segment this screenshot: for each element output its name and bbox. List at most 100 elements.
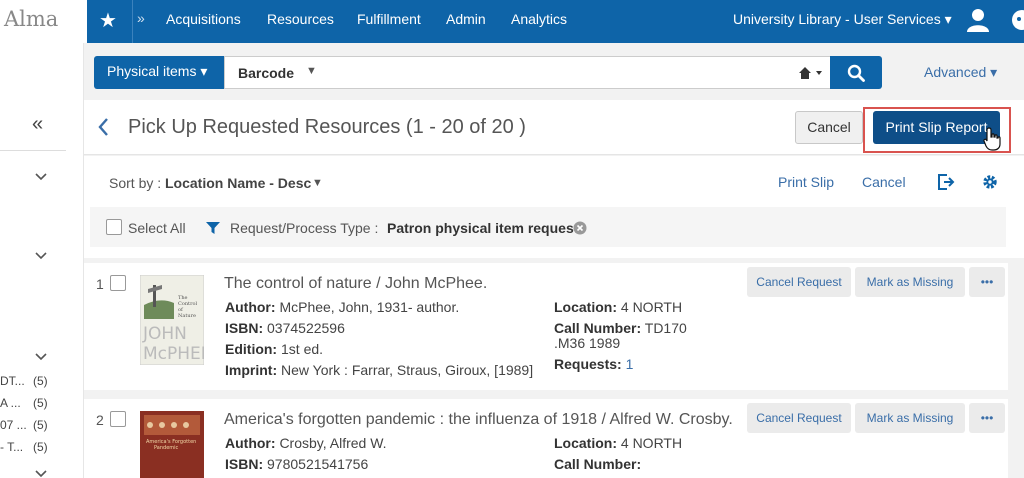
sort-label: Sort by : (109, 175, 162, 191)
search-bar: Physical items ▾ Barcode ▼ Advanced ▾ (87, 43, 1024, 100)
nav-resources[interactable]: Resources (267, 11, 334, 27)
left-facet-panel: « DT... (5) A ... (5) 07 ... (5) - T... … (0, 43, 84, 478)
result-checkbox[interactable] (110, 275, 126, 291)
user-icon[interactable] (967, 8, 989, 32)
help-icon[interactable] (1006, 8, 1024, 32)
facet-label: - T... (0, 440, 24, 454)
page-title: Pick Up Requested Resources (1 - 20 of 2… (128, 116, 526, 138)
more-actions-button[interactable]: ••• (969, 403, 1005, 433)
chevron-down-icon[interactable] (34, 249, 48, 263)
location-field: Location: 4 NORTH (554, 299, 683, 315)
nav-analytics[interactable]: Analytics (511, 11, 567, 27)
mark-as-missing-button[interactable]: Mark as Missing (855, 403, 965, 433)
svg-text:McPHEE: McPHEE (143, 344, 204, 364)
facet-count: (5) (33, 440, 48, 454)
page-header: Pick Up Requested Resources (1 - 20 of 2… (84, 100, 1024, 155)
result-row: 1 The Control of Nature JOHN McPHEE The … (84, 263, 1008, 390)
alma-window: Alma ★ » Acquisitions Resources Fulfillm… (0, 0, 1024, 478)
isbn-field: ISBN: 9780521541756 (225, 456, 369, 472)
nav-admin[interactable]: Admin (446, 11, 486, 27)
edition-field: Edition: 1st ed. (225, 341, 324, 357)
book-cover-thumbnail[interactable]: The Control of Nature JOHN McPHEE (140, 275, 204, 365)
back-arrow-icon[interactable] (96, 115, 110, 139)
filter-key: Request/Process Type : (230, 220, 379, 236)
home-scope-icon[interactable] (797, 65, 827, 81)
facet-label: DT... (0, 374, 25, 388)
facet-item[interactable]: - T... (5) (0, 440, 84, 456)
main-nav: ★ » Acquisitions Resources Fulfillment A… (87, 0, 1024, 43)
nav-fulfillment[interactable]: Fulfillment (357, 11, 421, 27)
facet-item[interactable]: DT... (5) (0, 374, 84, 390)
filter-icon (206, 222, 220, 234)
call-number-field: Call Number: (554, 456, 642, 472)
select-all-checkbox[interactable] (106, 219, 122, 235)
result-number: 1 (96, 276, 104, 292)
facet-label: 07 ... (0, 418, 27, 432)
filter-bar: Select All Request/Process Type : Patron… (90, 207, 1006, 247)
result-title-link[interactable]: The control of nature / John McPhee. (224, 275, 487, 293)
imprint-field: Imprint: New York : Farrar, Straus, Giro… (225, 362, 534, 378)
export-icon[interactable] (936, 172, 956, 192)
svg-text:Nature: Nature (178, 313, 196, 319)
result-number: 2 (96, 412, 104, 428)
svg-text:Pandemic: Pandemic (154, 445, 179, 451)
search-field-label: Barcode (238, 65, 295, 81)
chevron-down-icon[interactable] (34, 350, 48, 364)
author-field: Author: Crosby, Alfred W. (225, 435, 387, 451)
logo-area[interactable]: Alma (0, 0, 87, 43)
list-toolbar: Sort by : Location Name - Desc ▼ Print S… (84, 156, 1024, 258)
facet-count: (5) (33, 418, 48, 432)
author-field: Author: McPhee, John, 1931- author. (225, 299, 460, 315)
filter-value: Patron physical item request (387, 220, 579, 236)
caret-down-icon: ▼ (306, 65, 317, 77)
main-content: Pick Up Requested Resources (1 - 20 of 2… (84, 100, 1024, 478)
sort-dropdown[interactable]: Location Name - Desc (165, 175, 311, 191)
collapse-panel-icon[interactable]: « (32, 113, 43, 136)
facet-count: (5) (33, 396, 48, 410)
caret-down-icon[interactable]: ▼ (312, 177, 323, 189)
facet-item[interactable]: 07 ... (5) (0, 418, 84, 434)
search-type-dropdown[interactable]: Physical items ▾ (94, 56, 224, 89)
hand-cursor-icon (983, 127, 1001, 151)
remove-filter-icon[interactable] (573, 221, 587, 235)
select-all-label: Select All (128, 220, 186, 236)
advanced-search-link[interactable]: Advanced ▾ (924, 64, 997, 81)
requests-count-link[interactable]: 1 (626, 356, 634, 372)
search-icon (847, 64, 865, 82)
top-bar: Alma ★ » Acquisitions Resources Fulfillm… (0, 0, 1024, 43)
call-number-cont: .M36 1989 (554, 335, 621, 351)
cancel-button[interactable]: Cancel (795, 111, 863, 144)
double-chevron-right-icon[interactable]: » (137, 10, 145, 26)
result-checkbox[interactable] (110, 411, 126, 427)
cancel-request-button[interactable]: Cancel Request (747, 267, 851, 297)
gear-icon[interactable] (981, 173, 999, 191)
nav-divider (132, 0, 133, 43)
more-actions-button[interactable]: ••• (969, 267, 1005, 297)
facet-item[interactable]: A ... (5) (0, 396, 84, 412)
location-field: Location: 4 NORTH (554, 435, 683, 451)
requests-field: Requests: 1 (554, 356, 634, 372)
mark-as-missing-button[interactable]: Mark as Missing (855, 267, 965, 297)
book-cover-thumbnail[interactable]: America's Forgotten Pandemic (140, 411, 204, 478)
isbn-field: ISBN: 0374522596 (225, 320, 345, 336)
facet-count: (5) (33, 374, 48, 388)
cancel-link[interactable]: Cancel (862, 174, 906, 190)
institution-selector[interactable]: University Library - User Services ▾ (733, 11, 952, 28)
star-icon[interactable]: ★ (99, 8, 117, 33)
search-button[interactable] (830, 56, 882, 89)
chevron-down-icon[interactable] (34, 467, 48, 478)
search-field-dropdown[interactable]: Barcode ▼ (224, 56, 327, 89)
alma-logo[interactable]: Alma (4, 7, 58, 31)
panel-divider (0, 150, 66, 151)
call-number-field: Call Number: TD170 (554, 320, 687, 336)
svg-text:JOHN: JOHN (142, 324, 187, 344)
search-input[interactable] (327, 56, 831, 89)
result-title-link[interactable]: America's forgotten pandemic : the influ… (224, 411, 733, 429)
cancel-request-button[interactable]: Cancel Request (747, 403, 851, 433)
result-row: 2 America's Forgotten Pandemic America's… (84, 399, 1008, 478)
nav-acquisitions[interactable]: Acquisitions (166, 11, 241, 27)
facet-label: A ... (0, 396, 21, 410)
print-slip-link[interactable]: Print Slip (778, 174, 834, 190)
print-slip-report-button[interactable]: Print Slip Report (873, 111, 1000, 144)
chevron-down-icon[interactable] (34, 170, 48, 184)
